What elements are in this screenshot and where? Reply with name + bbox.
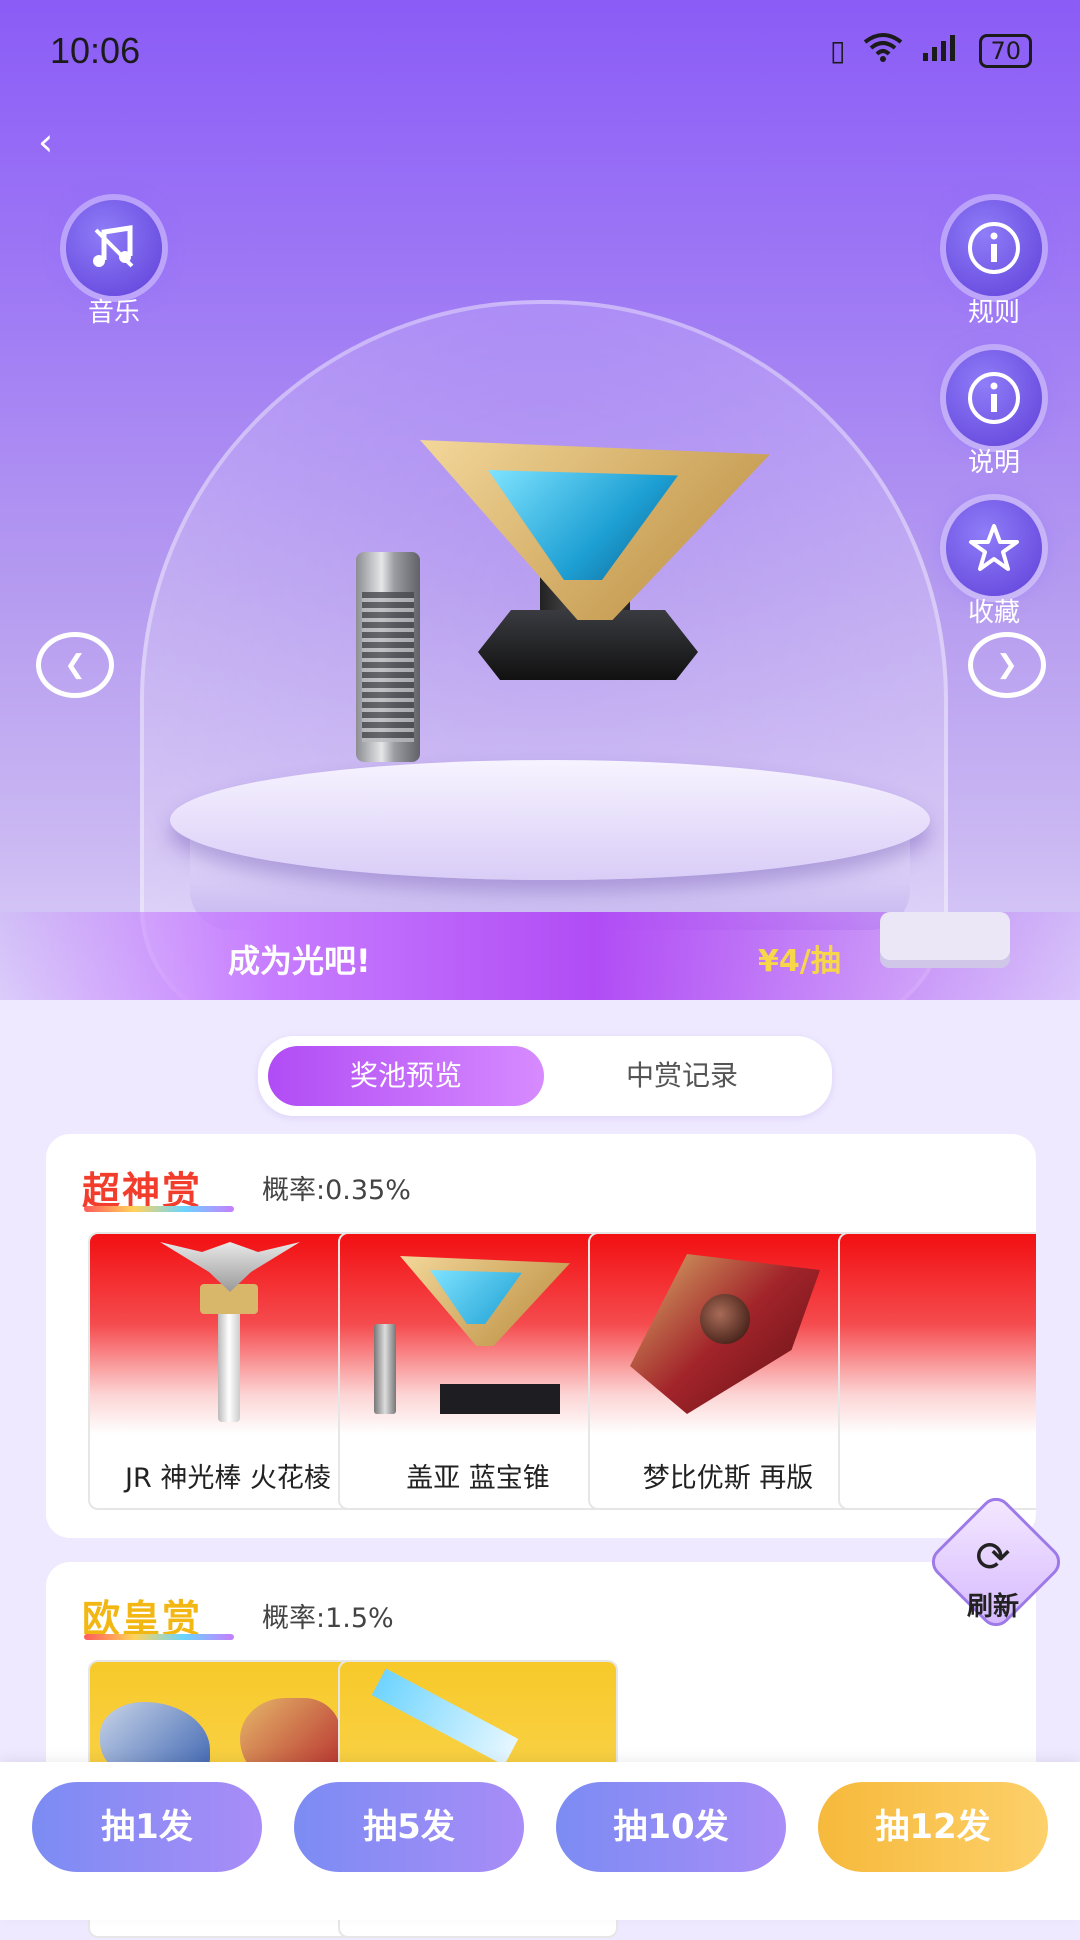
prize-name: JR 神光棒 火花棱	[125, 1463, 331, 1494]
rules-button[interactable]	[946, 200, 1042, 296]
refresh-icon: ⟳	[975, 1532, 1011, 1581]
rules-label: 规则	[967, 298, 1020, 328]
price-per-draw: ¥4/抽	[758, 944, 841, 979]
banner-title: 成为光吧!	[228, 942, 371, 980]
info-icon	[968, 222, 1020, 274]
tab-win-records[interactable]: 中赏记录	[544, 1046, 820, 1106]
status-icons: ▯ 70	[830, 32, 1032, 69]
prize-image	[340, 1234, 616, 1434]
chevron-right-icon: ❯	[996, 650, 1018, 680]
prize-image	[840, 1234, 1036, 1434]
favorite-button[interactable]	[946, 500, 1042, 596]
status-time: 10:06	[50, 30, 141, 71]
prize-card[interactable]: 梦比优斯 再版	[588, 1232, 868, 1510]
favorite-label: 收藏	[967, 598, 1020, 628]
music-icon	[93, 225, 134, 268]
prize-card[interactable]: JR 神光棒 火花棱	[88, 1232, 368, 1510]
draw-12-button[interactable]: 抽12发	[818, 1782, 1048, 1872]
info-icon	[968, 372, 1020, 424]
prev-prize-button[interactable]: ❮	[36, 632, 114, 698]
next-prize-button[interactable]: ❯	[968, 632, 1046, 698]
refresh-button[interactable]: ⟳ 刷新	[925, 1491, 1067, 1633]
explain-label: 说明	[967, 448, 1020, 478]
tab-prize-preview[interactable]: 奖池预览	[268, 1046, 544, 1106]
chevron-left-icon: ‹	[38, 120, 54, 164]
draw-10-button[interactable]: 抽10发	[556, 1782, 786, 1872]
explain-button[interactable]	[946, 350, 1042, 446]
prize-capsule-image	[356, 552, 420, 762]
star-icon	[969, 524, 1019, 571]
draw-5-button[interactable]: 抽5发	[294, 1782, 524, 1872]
draw-1-button[interactable]: 抽1发	[32, 1782, 262, 1872]
tier-rate: 概率:0.35%	[262, 1175, 411, 1206]
tier-title-underline	[84, 1634, 234, 1640]
prize-tier-super: 超神赏 概率:0.35% JR 神光棒 火花棱 盖亚 蓝宝锥 梦比优斯 再版	[46, 1134, 1036, 1538]
signal-icon	[921, 33, 961, 68]
battery-indicator: 70	[979, 33, 1032, 68]
prize-image	[90, 1234, 366, 1434]
prize-card[interactable]	[838, 1232, 1036, 1510]
status-bar: 10:06 ▯ 70	[0, 30, 1080, 71]
vibrate-icon: ▯	[830, 34, 846, 67]
tier-title-underline	[84, 1206, 234, 1212]
refresh-label: 刷新	[966, 1592, 1019, 1622]
tier-rate: 概率:1.5%	[262, 1603, 394, 1634]
prize-name: 梦比优斯 再版	[642, 1463, 814, 1494]
chevron-left-icon: ❮	[64, 650, 86, 680]
hero-banner: 10:06 ▯ 70 ‹ 音乐 规则 说明 收藏 ❮ ❯ 成为光吧! ¥4/抽	[0, 0, 1080, 1000]
music-button[interactable]	[66, 200, 162, 296]
pool-tabs: 奖池预览 中赏记录	[258, 1036, 832, 1116]
music-label: 音乐	[87, 298, 140, 328]
prize-image	[590, 1234, 866, 1434]
prize-stand-base	[478, 610, 698, 680]
prize-card[interactable]: 盖亚 蓝宝锥	[338, 1232, 618, 1510]
prize-card-list: JR 神光棒 火花棱 盖亚 蓝宝锥 梦比优斯 再版	[88, 1232, 1036, 1512]
draw-action-bar: 抽1发 抽5发 抽10发 抽12发	[0, 1762, 1080, 1920]
back-button[interactable]: ‹	[38, 120, 53, 164]
wifi-icon	[863, 32, 903, 69]
pedestal-top	[170, 760, 930, 880]
prize-name: 盖亚 蓝宝锥	[406, 1463, 550, 1494]
decorative-car	[880, 912, 1010, 968]
